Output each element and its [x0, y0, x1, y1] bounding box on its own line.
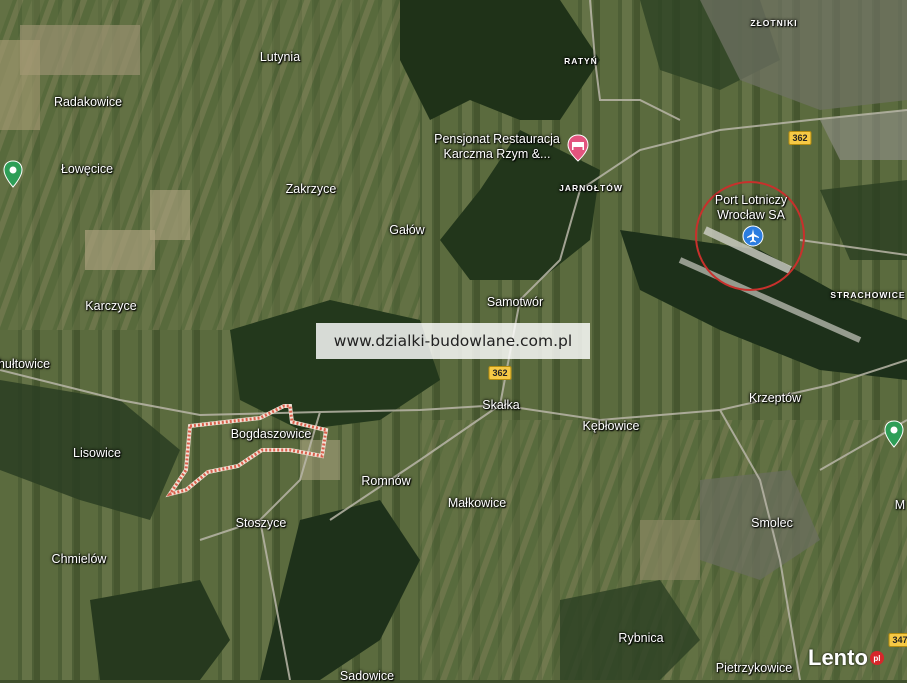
place-jarnoltow: JARNOŁTÓW [559, 183, 623, 193]
place-zlotniki: ZŁOTNIKI [750, 18, 798, 28]
road-badge-347: 347 [888, 633, 907, 647]
place-stoszyce: Stoszyce [235, 516, 287, 530]
place-keblowice: Kębłowice [582, 419, 640, 433]
place-skalka: Skałka [482, 398, 520, 412]
place-m-edge: M [894, 498, 906, 512]
road-badge-362-top: 362 [788, 131, 812, 145]
lento-logo: Lento pl [808, 645, 884, 671]
place-galow: Gałów [389, 223, 425, 237]
place-krzeptow: Krzeptów [748, 391, 802, 405]
place-pietrzykowice: Pietrzykowice [715, 661, 793, 675]
place-sadowice: Sadowice [339, 669, 395, 683]
place-lowecice: Łowęcice [60, 162, 114, 176]
place-radakowice: Radakowice [53, 95, 123, 109]
place-smolec: Smolec [751, 516, 793, 530]
place-lutynia: Lutynia [259, 50, 301, 64]
location-pin-icon[interactable] [3, 160, 23, 188]
place-strachowice: STRACHOWICE [830, 290, 906, 300]
place-chmielow: Chmielów [51, 552, 107, 566]
poi-restaurant-label[interactable]: Pensjonat Restauracja Karczma Rzym &... [434, 132, 560, 162]
place-karczyce: Karczyce [85, 299, 137, 313]
watermark-banner: www.dzialki-budowlane.com.pl [316, 323, 590, 359]
place-lisowice: Lisowice [73, 446, 121, 460]
poi-airport-label[interactable]: Port Lotniczy Wrocław SA [715, 193, 787, 223]
place-ratyn: RATYŃ [564, 56, 598, 66]
place-romnow: Romnów [361, 474, 411, 488]
place-malkowice: Małkowice [447, 496, 507, 510]
place-samotwor: Samotwór [486, 295, 544, 309]
logo-suffix: pl [869, 651, 884, 665]
location-pin-icon[interactable] [884, 420, 904, 448]
place-multowice: hułtowice [0, 357, 51, 371]
hotel-pin-icon[interactable] [567, 134, 589, 162]
place-bogdaszowice: Bogdaszowice [230, 427, 312, 441]
road-badge-362-mid: 362 [488, 366, 512, 380]
airport-icon[interactable] [742, 225, 764, 249]
place-rybnica: Rybnica [618, 631, 664, 645]
logo-text: Lento [808, 645, 868, 670]
place-zakrzyce: Zakrzyce [285, 182, 337, 196]
